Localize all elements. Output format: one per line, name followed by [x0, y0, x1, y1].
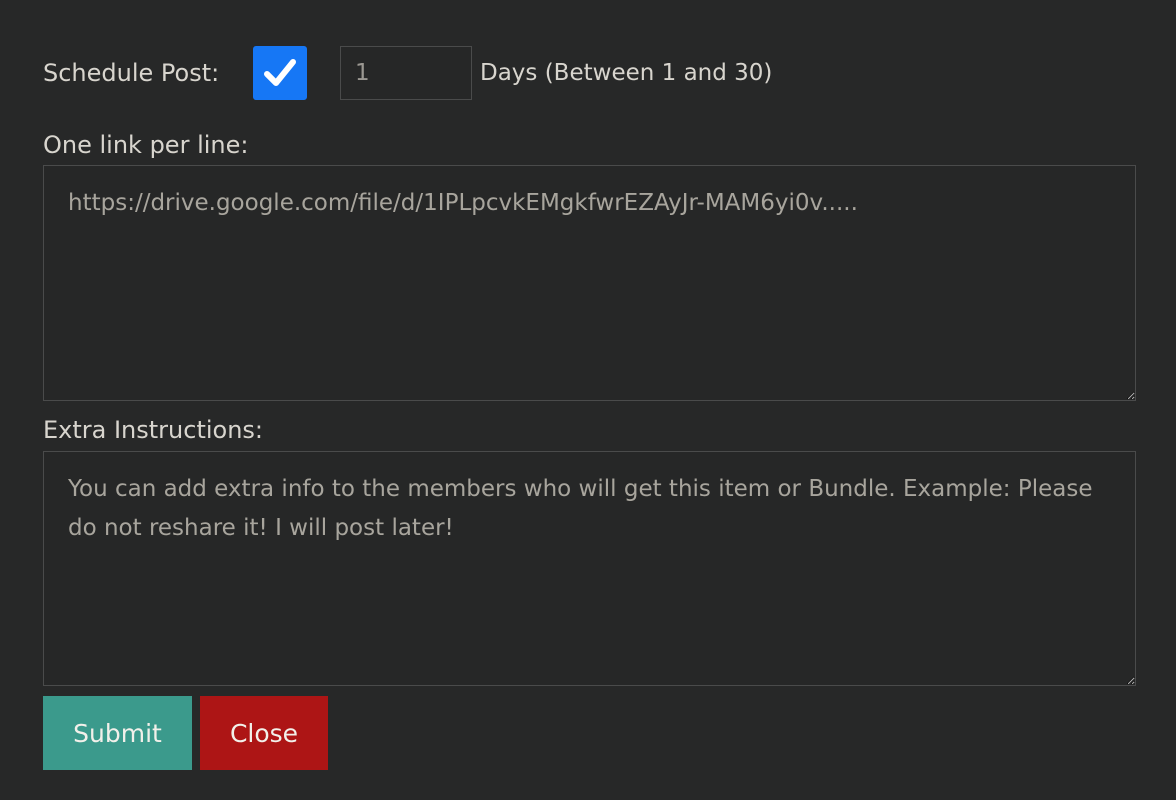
checkmark-icon	[264, 59, 296, 86]
submit-button[interactable]: Submit	[43, 696, 192, 770]
close-button[interactable]: Close	[200, 696, 328, 770]
links-label: One link per line:	[43, 131, 249, 159]
instructions-textarea[interactable]	[43, 451, 1136, 686]
schedule-row: Schedule Post: Days (Between 1 and 30)	[43, 46, 772, 100]
instructions-label: Extra Instructions:	[43, 416, 264, 444]
links-textarea[interactable]: https://drive.google.com/file/d/1IPLpcvk…	[43, 165, 1136, 401]
schedule-post-label: Schedule Post:	[43, 59, 220, 87]
days-hint: Days (Between 1 and 30)	[480, 60, 773, 86]
days-input[interactable]	[340, 46, 472, 100]
schedule-post-checkbox[interactable]	[253, 46, 307, 100]
